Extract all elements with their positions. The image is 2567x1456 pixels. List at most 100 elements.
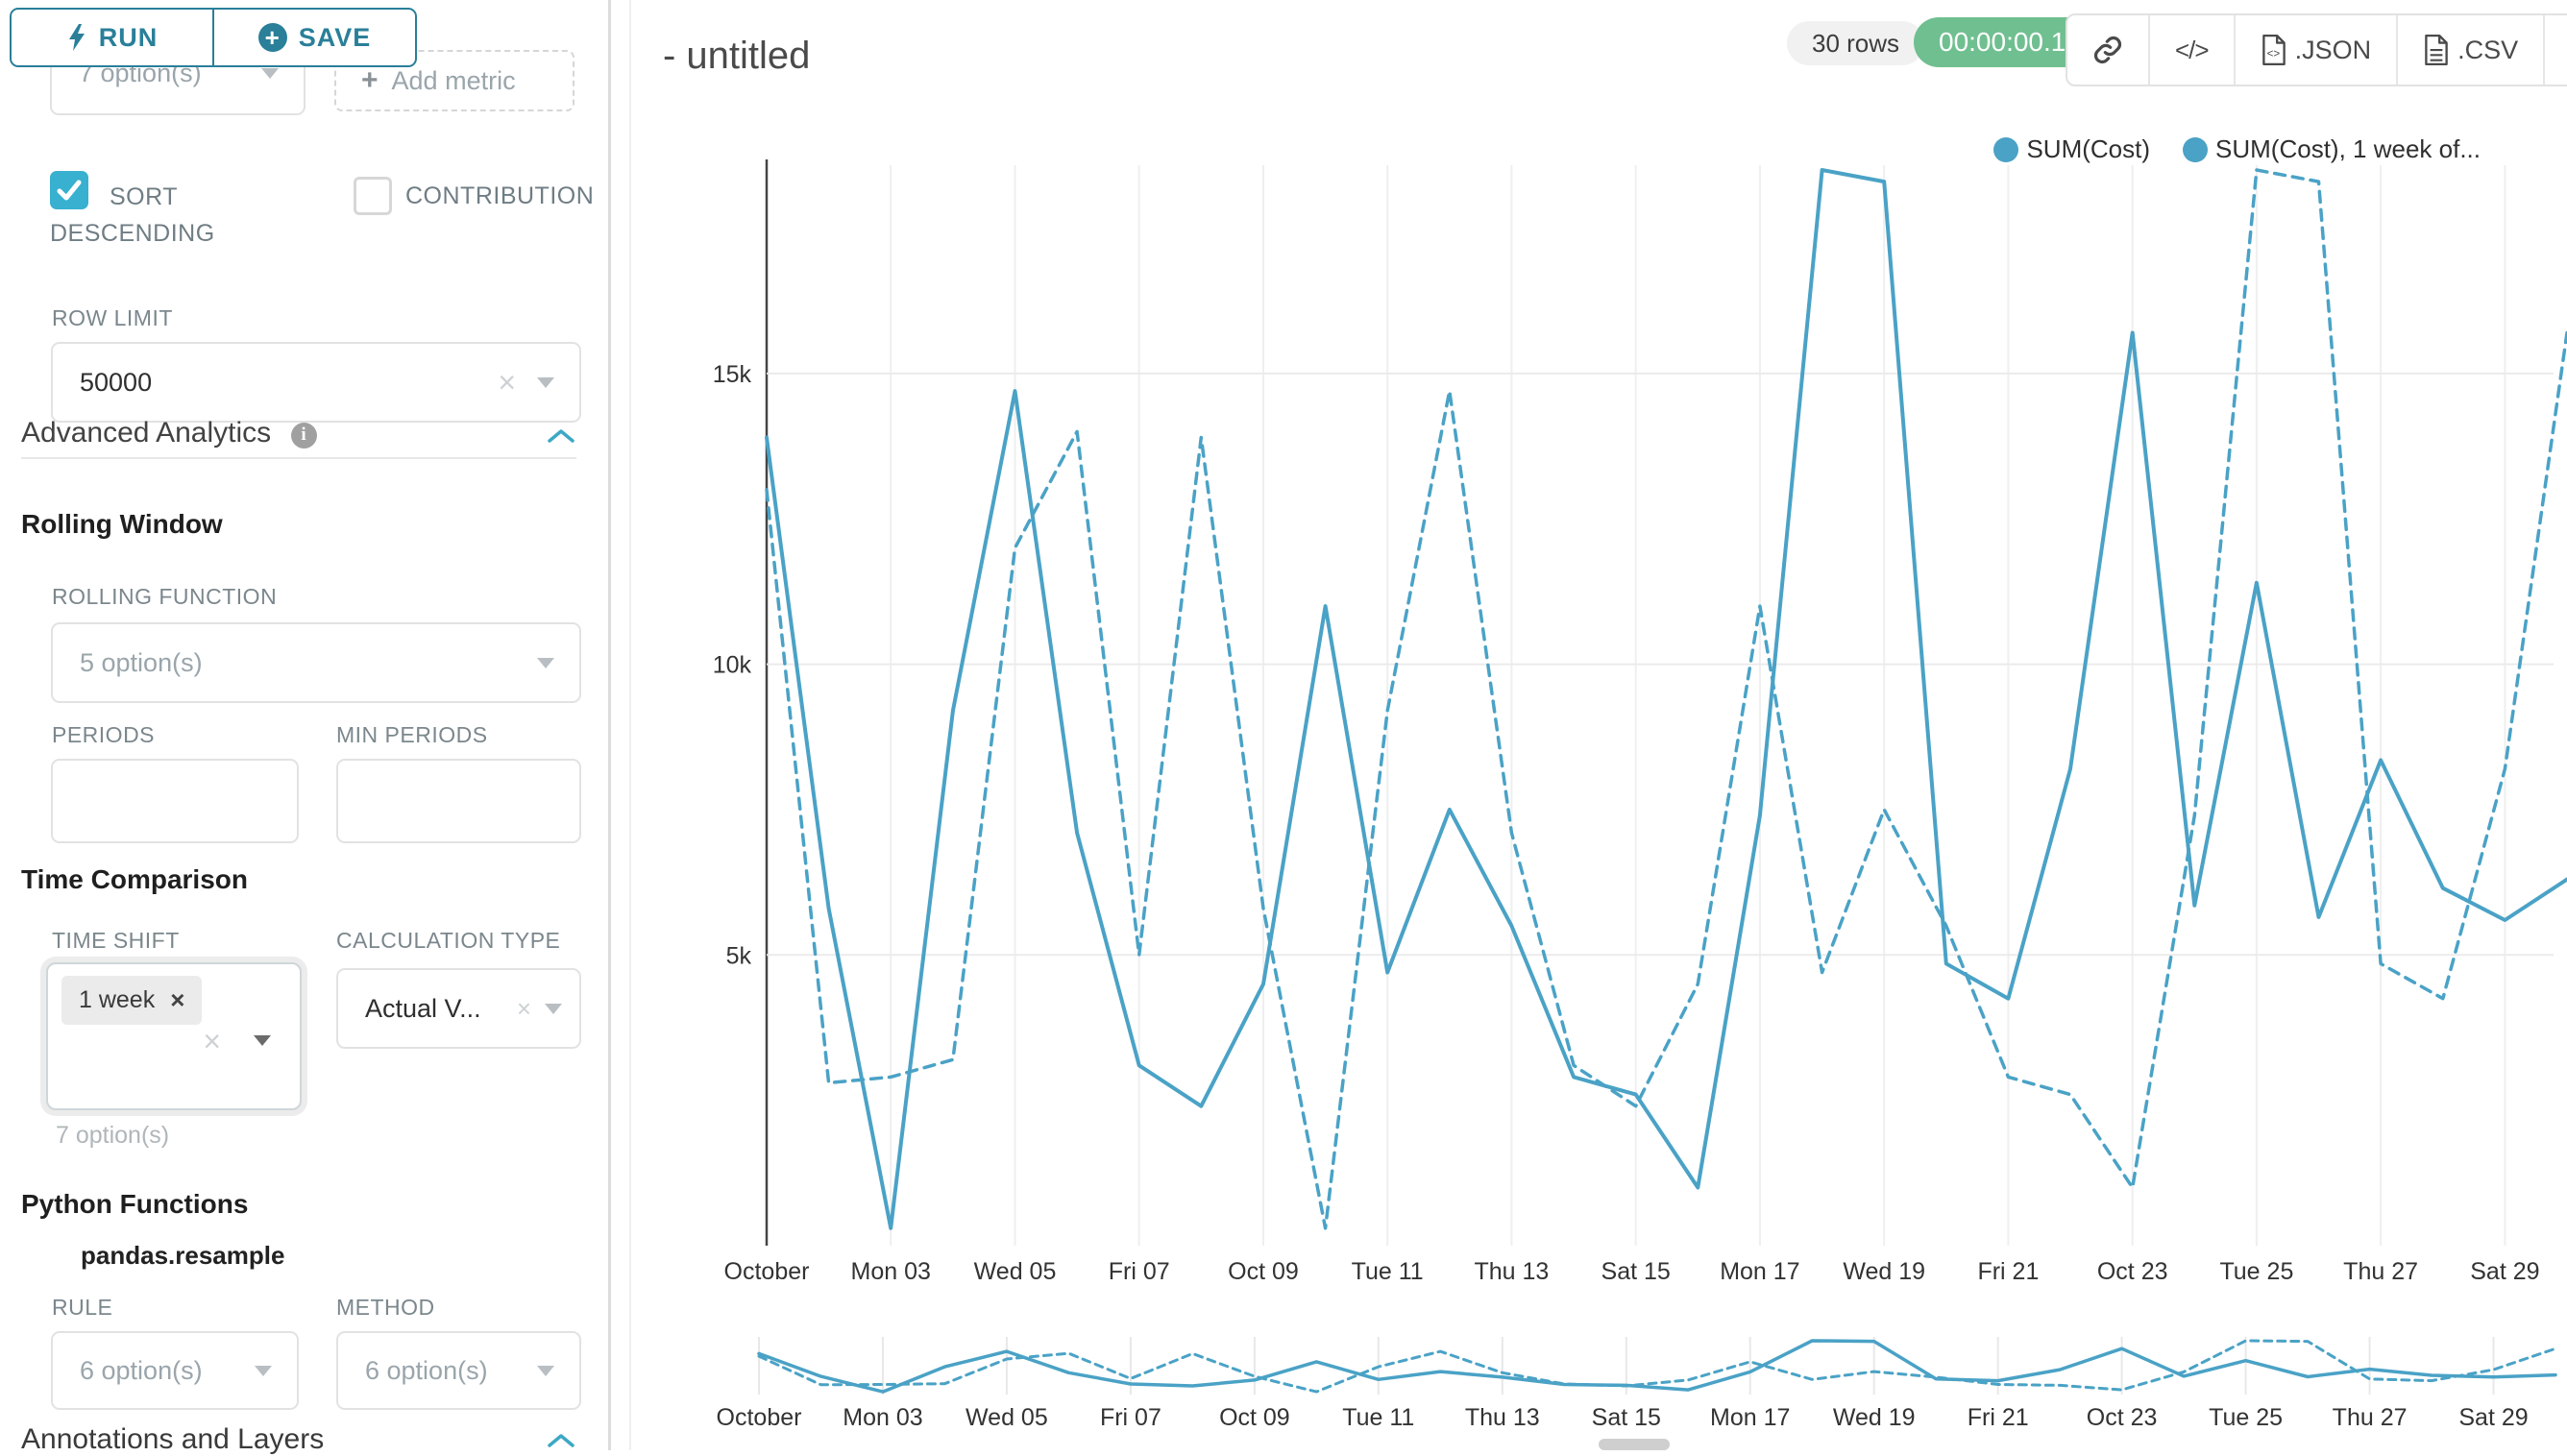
time-shift-multiselect[interactable]: 1 week × ×: [46, 962, 302, 1110]
clear-icon[interactable]: ×: [498, 367, 516, 398]
min-periods-label: MIN PERIODS: [336, 722, 488, 748]
caret-down-icon: [255, 1366, 272, 1376]
save-button-label: SAVE: [299, 23, 372, 53]
panel-resizer[interactable]: [608, 0, 611, 1450]
code-icon: </>: [2175, 36, 2209, 65]
pandas-resample-label: pandas.resample: [81, 1241, 284, 1271]
save-button[interactable]: + SAVE: [212, 10, 415, 65]
svg-text:Oct 23: Oct 23: [2097, 1258, 2168, 1285]
svg-text:Tue 11: Tue 11: [1352, 1258, 1424, 1285]
add-metric-label: Add metric: [392, 66, 516, 96]
svg-text:Wed 19: Wed 19: [1833, 1404, 1916, 1431]
series-line-0[interactable]: [767, 170, 2567, 1228]
periods-input[interactable]: [51, 759, 299, 843]
legend-label: SUM(Cost): [2026, 134, 2150, 164]
svg-text:<>: <>: [2266, 47, 2280, 60]
rolling-function-select[interactable]: 5 option(s): [51, 622, 581, 703]
svg-text:Thu 27: Thu 27: [2343, 1258, 2418, 1285]
svg-text:Thu 13: Thu 13: [1474, 1258, 1549, 1285]
svg-text:October: October: [717, 1404, 802, 1431]
copy-link-button[interactable]: [2067, 15, 2148, 85]
info-icon[interactable]: i: [291, 423, 317, 449]
svg-text:Oct 09: Oct 09: [1219, 1404, 1290, 1431]
csv-file-icon: [2423, 34, 2450, 66]
method-label: METHOD: [336, 1295, 435, 1321]
sort-descending-label[interactable]: SORT DESCENDING: [50, 179, 266, 252]
caret-down-icon: [545, 1004, 562, 1014]
rolling-function-label: ROLLING FUNCTION: [52, 584, 277, 610]
tag-close-icon[interactable]: ×: [170, 985, 184, 1015]
clear-icon[interactable]: ×: [203, 1026, 221, 1056]
caret-down-icon: [537, 658, 554, 668]
svg-text:Fri 07: Fri 07: [1100, 1404, 1161, 1431]
run-button[interactable]: RUN: [12, 10, 212, 65]
svg-text:Oct 23: Oct 23: [2087, 1404, 2158, 1431]
export-json-button[interactable]: <> .JSON: [2234, 15, 2397, 85]
advanced-analytics-header[interactable]: Advanced Analytics i: [21, 417, 317, 449]
embed-code-button[interactable]: </>: [2148, 15, 2234, 85]
contribution-label[interactable]: CONTRIBUTION: [405, 182, 594, 210]
chart-legend: SUM(Cost) SUM(Cost), 1 week of...: [1993, 134, 2481, 164]
min-periods-input[interactable]: [336, 759, 581, 843]
contribution-checkbox[interactable]: [354, 177, 392, 215]
chevron-up-icon[interactable]: [548, 428, 575, 444]
method-value: 6 option(s): [365, 1356, 537, 1386]
row-limit-label: ROW LIMIT: [52, 305, 173, 331]
time-shift-tag-label: 1 week: [79, 986, 155, 1014]
time-comparison-title: Time Comparison: [21, 864, 248, 895]
svg-text:October: October: [724, 1258, 810, 1285]
row-limit-select[interactable]: 50000 ×: [51, 342, 581, 423]
svg-text:Thu 27: Thu 27: [2333, 1404, 2408, 1431]
mini-series-line-1: [759, 1341, 2555, 1392]
svg-text:Fri 21: Fri 21: [1977, 1258, 2039, 1285]
export-toolbar: </> <> .JSON .CSV: [2066, 13, 2567, 86]
calculation-type-select[interactable]: Actual V... ×: [336, 968, 581, 1049]
run-button-label: RUN: [99, 23, 159, 53]
caret-down-icon: [537, 377, 554, 388]
rule-label: RULE: [52, 1295, 112, 1321]
control-panel: RUN + SAVE 7 option(s) + Add metric SORT…: [0, 0, 631, 1450]
bolt-icon: [66, 23, 87, 52]
rule-select[interactable]: 6 option(s): [51, 1331, 299, 1410]
section-divider: [21, 457, 576, 459]
svg-text:Wed 19: Wed 19: [1843, 1258, 1925, 1285]
rule-value: 6 option(s): [80, 1356, 255, 1386]
row-limit-value: 50000: [80, 368, 498, 398]
svg-text:Wed 05: Wed 05: [974, 1258, 1057, 1285]
svg-text:5k: 5k: [726, 942, 752, 969]
export-csv-button[interactable]: .CSV: [2396, 15, 2543, 85]
legend-item[interactable]: SUM(Cost), 1 week of...: [2183, 134, 2481, 164]
legend-item[interactable]: SUM(Cost): [1993, 134, 2150, 164]
run-save-button-group: RUN + SAVE: [10, 8, 417, 67]
svg-text:Fri 21: Fri 21: [1968, 1404, 2029, 1431]
svg-text:Mon 17: Mon 17: [1710, 1404, 1790, 1431]
link-icon: [2092, 35, 2123, 65]
chart-menu-button[interactable]: [2543, 15, 2567, 85]
legend-dot-icon: [1993, 137, 2018, 162]
advanced-analytics-title: Advanced Analytics: [21, 417, 271, 449]
svg-text:Mon 03: Mon 03: [851, 1258, 931, 1285]
scrollbar-thumb[interactable]: [1599, 1439, 1670, 1450]
svg-text:Sat 15: Sat 15: [1592, 1404, 1661, 1431]
annotations-header[interactable]: Annotations and Layers: [21, 1423, 324, 1456]
chevron-up-icon[interactable]: [548, 1433, 575, 1448]
time-shift-tag[interactable]: 1 week ×: [61, 976, 202, 1025]
svg-text:Mon 03: Mon 03: [843, 1404, 922, 1431]
clear-icon[interactable]: ×: [517, 996, 531, 1021]
caret-down-icon: [261, 68, 279, 79]
x-axis-labels: OctoberMon 03Wed 05Fri 07Oct 09Tue 11Thu…: [724, 1258, 2540, 1285]
pane-border: [629, 0, 631, 1450]
rolling-window-title: Rolling Window: [21, 509, 223, 540]
method-select[interactable]: 6 option(s): [336, 1331, 581, 1410]
time-shift-hint: 7 option(s): [56, 1122, 169, 1150]
series-line-1[interactable]: [767, 170, 2567, 1228]
time-shift-label: TIME SHIFT: [52, 928, 180, 954]
svg-text:Thu 13: Thu 13: [1465, 1404, 1540, 1431]
calculation-type-value: Actual V...: [365, 994, 517, 1024]
svg-text:Oct 09: Oct 09: [1228, 1258, 1299, 1285]
svg-text:Sat 29: Sat 29: [2470, 1258, 2539, 1285]
chart-title[interactable]: - untitled: [663, 35, 810, 78]
svg-text:Sat 29: Sat 29: [2458, 1404, 2528, 1431]
svg-text:Tue 11: Tue 11: [1342, 1404, 1414, 1431]
periods-label: PERIODS: [52, 722, 155, 748]
